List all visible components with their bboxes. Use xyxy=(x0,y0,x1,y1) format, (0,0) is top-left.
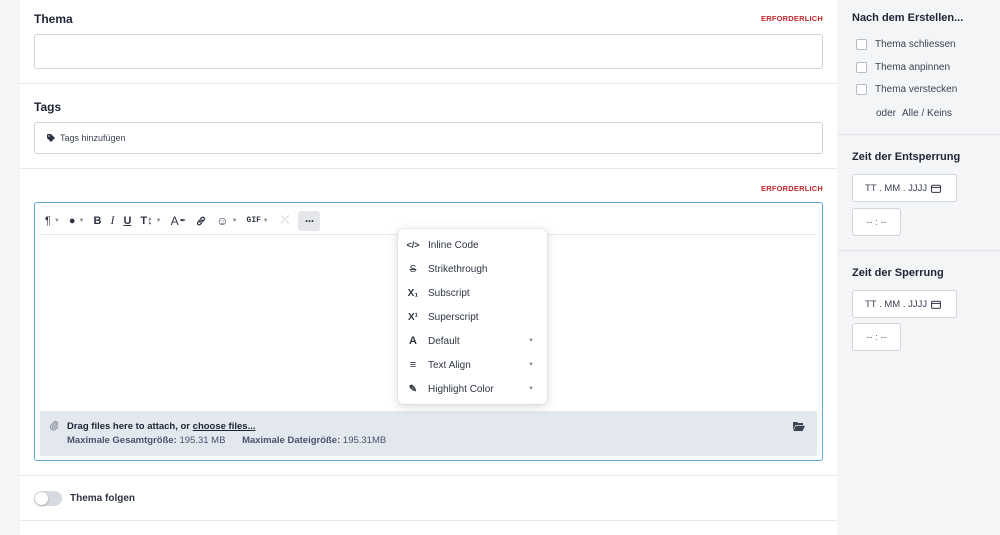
option-label: Thema anpinnen xyxy=(875,62,951,73)
link-icon xyxy=(197,216,206,225)
unlock-date-input[interactable]: TT . MM . JJJJ xyxy=(852,174,957,202)
body-required-badge: ERFORDERLICH xyxy=(761,184,823,193)
paragraph-icon: ¶ xyxy=(45,214,51,227)
chevron-down-icon: ▼ xyxy=(231,217,238,224)
divider xyxy=(838,250,1000,251)
paragraph-button[interactable]: ¶ ▼ xyxy=(45,211,60,231)
file-drop-zone[interactable]: Drag files here to attach, or choose fil… xyxy=(40,411,817,456)
menu-item-inline-code[interactable]: </> Inline Code xyxy=(398,233,547,257)
select-all-none: oder Alle / Keins xyxy=(876,108,952,119)
underline-button[interactable]: U xyxy=(123,211,131,231)
insert-button[interactable]: ● ▼ xyxy=(69,211,85,231)
chevron-down-icon: ▼ xyxy=(263,217,268,224)
lock-date-input[interactable]: TT . MM . JJJJ xyxy=(852,290,957,318)
folder-open-icon[interactable] xyxy=(793,421,805,431)
more-options-menu: </> Inline Code S Strikethrough X₁ Subsc… xyxy=(398,229,547,404)
option-label: Thema verstecken xyxy=(875,84,958,95)
chevron-down-icon: ▼ xyxy=(528,338,534,344)
checkbox[interactable] xyxy=(856,84,867,95)
topic-section: Thema ERFORDERLICH xyxy=(20,0,837,84)
menu-item-text-align[interactable]: ≡ Text Align ▼ xyxy=(398,353,547,377)
align-left-icon: ≡ xyxy=(409,359,417,371)
checkbox[interactable] xyxy=(856,39,867,50)
unlock-time-input[interactable]: -- : -- xyxy=(852,208,901,236)
tags-section: Tags Tags hinzufügen xyxy=(20,84,837,169)
gif-button[interactable]: GIF ▼ xyxy=(247,211,268,231)
total-size-value: 195.31 MB xyxy=(179,435,226,446)
topic-required-badge: ERFORDERLICH xyxy=(761,14,823,23)
strikethrough-icon: S xyxy=(409,263,417,275)
lock-time-title: Zeit der Sperrung xyxy=(852,267,944,279)
oder-label: oder xyxy=(876,108,897,119)
plus-circle-icon: ● xyxy=(68,214,76,227)
file-size-label: Maximale Dateigröße: xyxy=(242,435,341,446)
clear-format-icon: A xyxy=(170,213,179,228)
calendar-icon[interactable] xyxy=(931,300,942,309)
menu-item-subscript[interactable]: X₁ Subscript xyxy=(398,281,547,305)
more-button[interactable]: ··· xyxy=(298,210,321,231)
date-placeholder: TT . MM . JJJJ xyxy=(865,182,928,194)
chevron-down-icon: ▼ xyxy=(528,362,534,368)
font-size-button[interactable]: T↕ ▼ xyxy=(140,211,161,231)
tags-placeholder: Tags hinzufügen xyxy=(60,133,126,143)
subscript-icon: X₁ xyxy=(407,287,419,299)
tags-label: Tags xyxy=(34,100,62,114)
chevron-down-icon: ▼ xyxy=(53,217,60,224)
code-icon: </> xyxy=(406,240,420,250)
checkbox[interactable] xyxy=(856,62,867,73)
link-button[interactable] xyxy=(195,211,207,231)
menu-item-default-font[interactable]: A Default ▼ xyxy=(398,329,547,353)
menu-item-label: Subscript xyxy=(428,287,470,299)
menu-item-label: Superscript xyxy=(428,311,479,323)
topic-label: Thema xyxy=(34,12,73,26)
option-pin-topic[interactable]: Thema anpinnen xyxy=(856,62,950,73)
superscript-icon: X¹ xyxy=(408,311,418,323)
menu-item-strikethrough[interactable]: S Strikethrough xyxy=(398,257,547,281)
font-icon: A xyxy=(409,335,417,347)
topic-input[interactable] xyxy=(34,34,823,69)
menu-item-label: Strikethrough xyxy=(428,263,488,275)
italic-button[interactable]: I xyxy=(110,211,114,231)
paperclip-icon xyxy=(49,421,59,431)
clear-format-button[interactable]: A ✒ xyxy=(171,211,187,231)
gif-icon: GIF xyxy=(246,216,261,225)
chevron-down-icon: ▼ xyxy=(155,217,162,224)
unlock-time-title: Zeit der Entsperrung xyxy=(852,151,961,163)
font-size-icon: T↕ xyxy=(140,214,153,227)
after-create-title: Nach dem Erstellen... xyxy=(852,12,964,24)
follow-section xyxy=(20,476,837,521)
chevron-down-icon: ▼ xyxy=(78,217,85,224)
emoji-icon: ☺ xyxy=(216,213,229,228)
size-limits: Maximale Gesamtgröße: 195.31 MB Maximale… xyxy=(67,435,386,446)
tags-input[interactable]: Tags hinzufügen xyxy=(34,122,823,154)
file-size-value: 195.31MB xyxy=(342,435,387,446)
menu-item-label: Text Align xyxy=(428,359,471,371)
menu-item-label: Highlight Color xyxy=(428,383,494,395)
brush-icon: ✒ xyxy=(179,216,187,225)
menu-item-highlight-color[interactable]: ✎ Highlight Color ▼ xyxy=(398,377,547,401)
total-size-label: Maximale Gesamtgröße: xyxy=(67,435,177,446)
calendar-icon[interactable] xyxy=(931,184,942,193)
drag-text-label: Drag files here to attach, or xyxy=(67,421,193,432)
tag-icon xyxy=(47,134,55,142)
sidebar: Nach dem Erstellen... Thema schliessen T… xyxy=(838,0,1000,535)
date-placeholder: TT . MM . JJJJ xyxy=(865,298,928,310)
highlighter-icon: ✎ xyxy=(408,383,418,395)
bold-button[interactable]: B xyxy=(93,211,101,231)
option-hide-topic[interactable]: Thema verstecken xyxy=(856,84,957,95)
emoji-button[interactable]: ☺ ▼ xyxy=(216,211,237,231)
divider xyxy=(838,134,1000,135)
menu-item-superscript[interactable]: X¹ Superscript xyxy=(398,305,547,329)
menu-item-label: Inline Code xyxy=(428,239,479,251)
option-close-topic[interactable]: Thema schliessen xyxy=(856,39,956,50)
lock-time-input[interactable]: -- : -- xyxy=(852,323,901,351)
all-none-link[interactable]: Alle / Keins xyxy=(902,108,952,119)
menu-item-label: Default xyxy=(428,335,460,347)
choose-files-link[interactable]: choose files... xyxy=(193,421,256,432)
option-label: Thema schliessen xyxy=(875,39,956,50)
drag-text: Drag files here to attach, or choose fil… xyxy=(67,421,255,432)
chevron-down-icon: ▼ xyxy=(528,386,534,392)
remove-format-button[interactable]: ⤬ xyxy=(281,211,290,231)
